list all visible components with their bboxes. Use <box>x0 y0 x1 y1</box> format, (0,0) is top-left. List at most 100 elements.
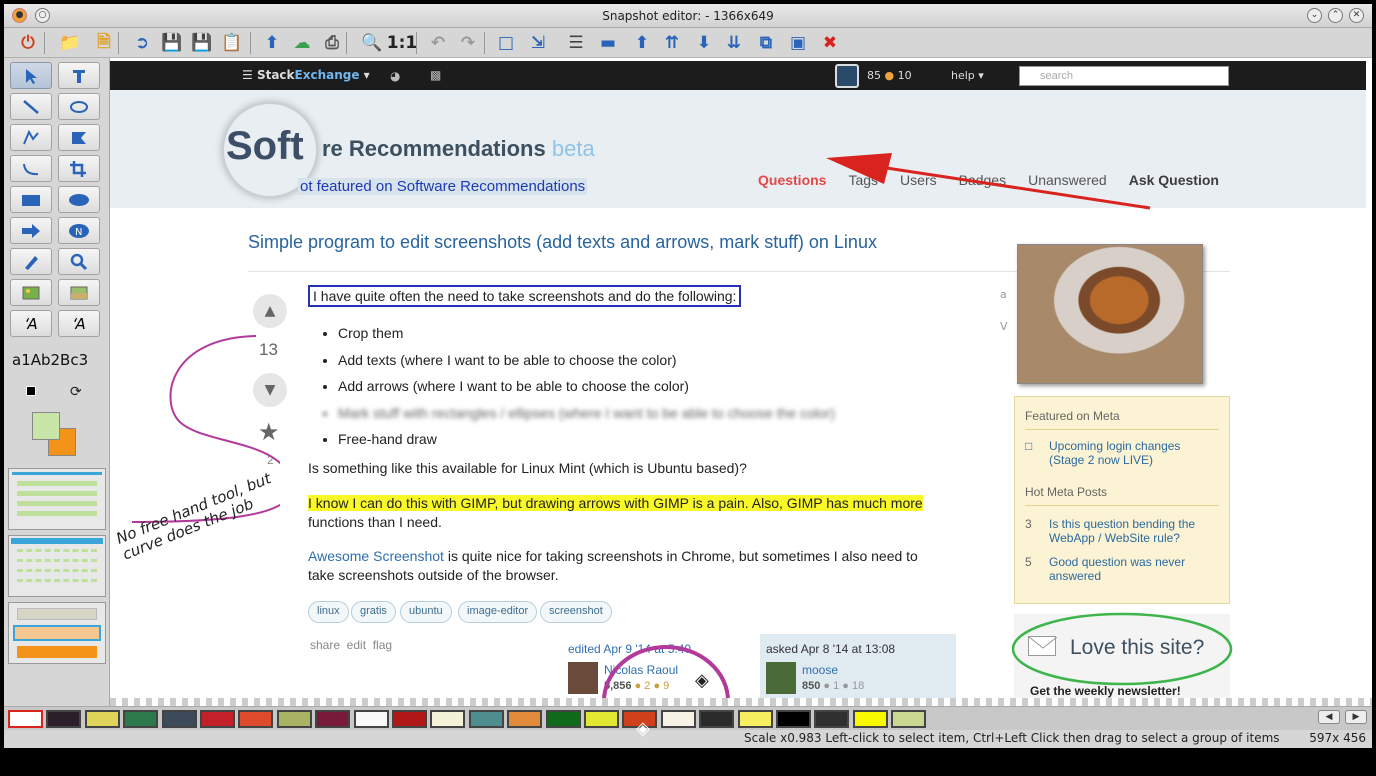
search-input[interactable]: search <box>1019 66 1229 86</box>
red-arrow-annotation[interactable] <box>810 148 1160 213</box>
tag-gratis[interactable]: gratis <box>351 601 396 623</box>
text-style-tool-1[interactable]: ‘A <box>10 310 52 337</box>
foreground-color[interactable] <box>32 412 60 440</box>
intro-text[interactable]: I have quite often the need to take scre… <box>308 285 742 307</box>
power-icon[interactable]: ⏻ <box>16 31 40 55</box>
color-swatch[interactable] <box>468 710 504 728</box>
image-tool[interactable] <box>10 279 52 306</box>
color-swatch[interactable] <box>123 710 159 728</box>
line-tool[interactable] <box>10 93 52 120</box>
highlighted-text[interactable]: I know I can do this with GIMP, but draw… <box>308 495 923 511</box>
user-avatar[interactable] <box>835 64 859 88</box>
cat-sticker-icon[interactable]: ◈ <box>695 670 709 691</box>
format-preset-1[interactable] <box>8 468 106 530</box>
color-swatch[interactable] <box>276 710 312 728</box>
default-colors-icon[interactable] <box>26 386 40 400</box>
highlighter-tool[interactable] <box>10 248 52 275</box>
stackexchange-logo[interactable]: ☰ StackExchange ▾ <box>242 68 370 82</box>
crop-tool[interactable] <box>58 155 100 182</box>
maximize-icon[interactable]: ⌃ <box>1328 8 1343 23</box>
copy-icon[interactable]: ⧉ <box>754 31 778 55</box>
close-icon[interactable]: ✕ <box>1349 8 1364 23</box>
editor-canvas[interactable]: ☰ StackExchange ▾ ◕ ▩ 85 ● 10 help ▾ sea… <box>110 58 1372 706</box>
color-swatch[interactable] <box>161 710 197 728</box>
save-as-icon[interactable]: 💾 <box>190 31 214 55</box>
delete-icon[interactable]: ✖ <box>818 31 842 55</box>
curve-tool[interactable] <box>10 155 52 182</box>
upvote-button[interactable]: ▲ <box>253 294 287 328</box>
clipboard-icon[interactable]: 📋 <box>220 31 244 55</box>
achievements-icon[interactable]: ▩ <box>430 68 441 82</box>
magnifier-tool[interactable] <box>58 248 100 275</box>
resize-icon[interactable]: ⇲ <box>526 31 550 55</box>
palette-prev-button[interactable]: ◀ <box>1318 710 1340 724</box>
color-swatch[interactable] <box>891 710 927 728</box>
color-swatch[interactable] <box>545 710 581 728</box>
format-preset-3[interactable] <box>8 602 106 664</box>
blur-tool[interactable] <box>58 279 100 306</box>
arrow-up-double-icon[interactable]: ⇈ <box>660 31 684 55</box>
format-preset-2[interactable] <box>8 535 106 597</box>
tag-screenshot[interactable]: screenshot <box>540 601 612 623</box>
color-swatch[interactable] <box>852 710 888 728</box>
hot-meta-item[interactable]: 3 Is this question bending the WebApp / W… <box>1025 517 1219 545</box>
arrow-down-icon[interactable]: ⬇ <box>692 31 716 55</box>
question-title[interactable]: Simple program to edit screenshots (add … <box>248 232 877 253</box>
color-swatch[interactable] <box>46 710 82 728</box>
redo-icon[interactable]: ↷ <box>456 31 480 55</box>
arrow-tool[interactable] <box>10 217 52 244</box>
color-swatch[interactable] <box>737 710 773 728</box>
cube-icon[interactable]: ▣ <box>786 31 810 55</box>
color-swatch[interactable] <box>392 710 427 728</box>
color-swatch[interactable] <box>776 710 811 728</box>
tag-image-editor[interactable]: image-editor <box>458 601 538 623</box>
color-swatch[interactable] <box>584 710 619 728</box>
cloud-upload-icon[interactable]: ☁ <box>290 31 314 55</box>
featured-highlight[interactable]: ot featured on Software Recommendations <box>298 178 588 195</box>
upload-icon[interactable]: ⬆ <box>260 31 284 55</box>
color-swatch[interactable] <box>430 710 466 728</box>
text-style-tool-2[interactable]: ‘A <box>58 310 100 337</box>
zoom-actual-icon[interactable]: 1:1 <box>387 31 417 55</box>
print-icon[interactable]: ⎙ <box>320 31 344 55</box>
color-swatch[interactable] <box>699 710 735 728</box>
color-swatch[interactable] <box>8 710 43 728</box>
zoom-icon[interactable]: 🔍 <box>360 31 384 55</box>
palette-next-button[interactable]: ▶ <box>1345 710 1367 724</box>
rectangle-shape-icon[interactable]: ▬ <box>596 31 620 55</box>
asker-avatar[interactable] <box>766 662 796 694</box>
crop-canvas-icon[interactable]: □ <box>494 31 518 55</box>
hot-meta-item[interactable]: 5 Good question was never answered <box>1025 555 1219 583</box>
color-swatch[interactable] <box>315 710 351 728</box>
polygon-tool[interactable] <box>58 124 100 151</box>
meta-item[interactable]: □ Upcoming login changes (Stage 2 now LIV… <box>1025 439 1219 467</box>
cat-sticker-icon-2[interactable]: ◈ <box>636 718 650 739</box>
minimize-icon[interactable]: ⌄ <box>1307 8 1322 23</box>
ellipse-outline-tool[interactable] <box>58 93 100 120</box>
undo-icon[interactable]: ↶ <box>426 31 450 55</box>
ellipse-tool[interactable] <box>58 186 100 213</box>
site-title[interactable]: re Recommendations beta <box>322 136 595 162</box>
turtle-image[interactable] <box>1017 244 1203 384</box>
color-swatch[interactable] <box>84 710 120 728</box>
color-swatch[interactable] <box>507 710 543 728</box>
editor-avatar[interactable] <box>568 662 598 694</box>
number-tool[interactable]: N <box>58 217 100 244</box>
text-tool[interactable] <box>58 62 100 89</box>
polyline-tool[interactable] <box>10 124 52 151</box>
open-folder-icon[interactable]: 📁 <box>58 31 82 55</box>
arrow-up-icon[interactable]: ⬆ <box>630 31 654 55</box>
save-icon[interactable]: 💾 <box>160 31 184 55</box>
inbox-icon[interactable]: ◕ <box>390 69 400 83</box>
post-actions[interactable]: share edit flag <box>310 638 392 652</box>
select-tool[interactable] <box>10 62 52 89</box>
awesome-screenshot-link[interactable]: Awesome Screenshot <box>308 548 444 564</box>
color-swatch[interactable] <box>353 710 389 728</box>
color-swatch[interactable] <box>200 710 235 728</box>
color-swatch[interactable] <box>814 710 850 728</box>
new-image-icon[interactable]: 🗎 <box>92 31 116 55</box>
help-menu[interactable]: help ▾ <box>951 69 984 82</box>
align-icon[interactable]: ☰ <box>564 31 588 55</box>
rectangle-tool[interactable] <box>10 186 52 213</box>
tag-ubuntu[interactable]: ubuntu <box>400 601 452 623</box>
